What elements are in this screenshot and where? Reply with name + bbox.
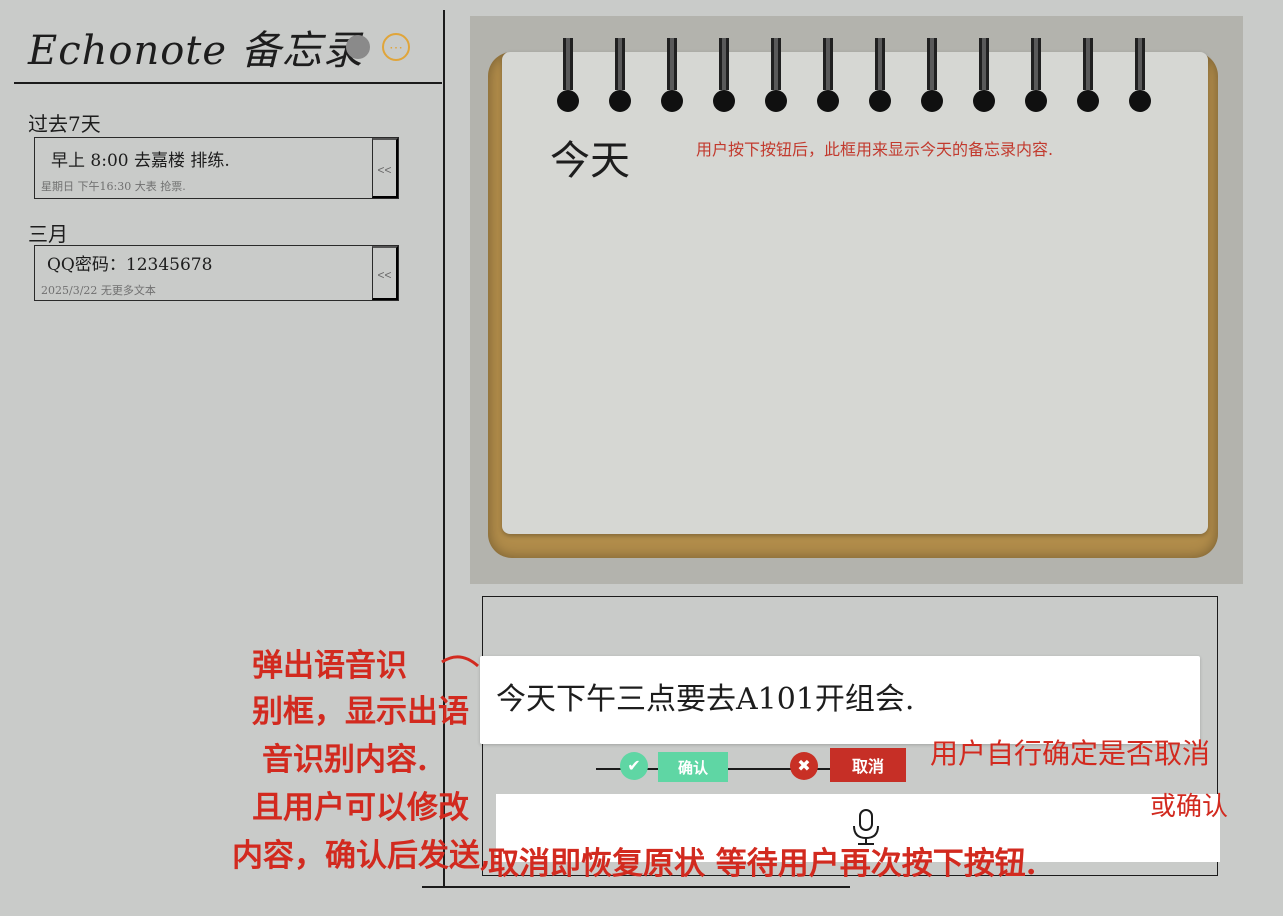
today-notebook: 今天 用户按下按钮后，此框用来显示今天的备忘录内容. — [470, 16, 1243, 584]
status-dot-icon — [346, 35, 370, 59]
annotation-left-line: 音识别内容. — [262, 742, 428, 778]
spiral-ring-icon — [712, 38, 736, 112]
annotation-left-line: 内容，确认后发送, — [232, 838, 491, 874]
annotation-right-line1: 用户自行确定是否取消 — [930, 737, 1211, 770]
voice-recognition-popup — [480, 656, 1200, 744]
spiral-ring-icon — [868, 38, 892, 112]
memo-title: QQ密码：12345678 — [47, 255, 213, 275]
app-header: Echonote 备忘录 ⋯ — [0, 0, 443, 80]
confirm-button[interactable]: 确认 — [658, 752, 728, 782]
spiral-ring-icon — [1076, 38, 1100, 112]
bottom-divider — [422, 886, 850, 888]
spiral-ring-icon — [556, 38, 580, 112]
check-icon: ✔ — [620, 752, 648, 780]
memo-expand-button[interactable]: << — [372, 246, 398, 300]
notebook-page — [502, 52, 1208, 534]
spiral-ring-icon — [920, 38, 944, 112]
memo-subtitle: 2025/3/22 无更多文本 — [41, 284, 156, 297]
panel-divider — [443, 10, 445, 886]
cancel-button[interactable]: 取消 — [830, 748, 906, 782]
memo-card[interactable]: 早上 8:00 去嘉楼 排练. 星期日 下午16:30 大表 抢票. << — [34, 137, 399, 199]
memo-card[interactable]: QQ密码：12345678 2025/3/22 无更多文本 << — [34, 245, 399, 301]
spiral-ring-icon — [1128, 38, 1152, 112]
group-label-march: 三月 — [28, 222, 68, 246]
annotation-left-line: 且用户可以修改 — [252, 790, 469, 826]
spiral-ring-icon — [764, 38, 788, 112]
app-title: Echonote 备忘录 — [28, 28, 364, 74]
memo-title: 早上 8:00 去嘉楼 排练. — [51, 151, 230, 171]
today-heading: 今天 — [550, 138, 630, 184]
ellipsis-icon: ⋯ — [389, 39, 403, 55]
more-options-button[interactable]: ⋯ — [382, 33, 410, 61]
spiral-ring-icon — [608, 38, 632, 112]
memo-expand-button[interactable]: << — [372, 138, 398, 198]
annotation-left-line: 别框，显示出语 — [252, 694, 469, 730]
spiral-ring-icon — [660, 38, 684, 112]
notebook-annotation: 用户按下按钮后，此框用来显示今天的备忘录内容. — [696, 140, 1054, 159]
recognized-text-input[interactable] — [496, 678, 1186, 713]
annotation-arrow-icon — [441, 655, 479, 668]
spiral-ring-icon — [1024, 38, 1048, 112]
annotation-right-line2: 或确认 — [1150, 792, 1229, 822]
spiral-ring-icon — [972, 38, 996, 112]
annotation-left-line: 弹出语音识 — [252, 648, 407, 684]
annotation-bottom: 取消即恢复原状 等待用户再次按下按钮. — [488, 846, 1037, 882]
spiral-ring-icon — [816, 38, 840, 112]
header-divider — [14, 82, 442, 84]
group-label-last-7-days: 过去7天 — [28, 112, 101, 136]
memo-subtitle: 星期日 下午16:30 大表 抢票. — [41, 180, 186, 193]
close-icon: ✖ — [790, 752, 818, 780]
